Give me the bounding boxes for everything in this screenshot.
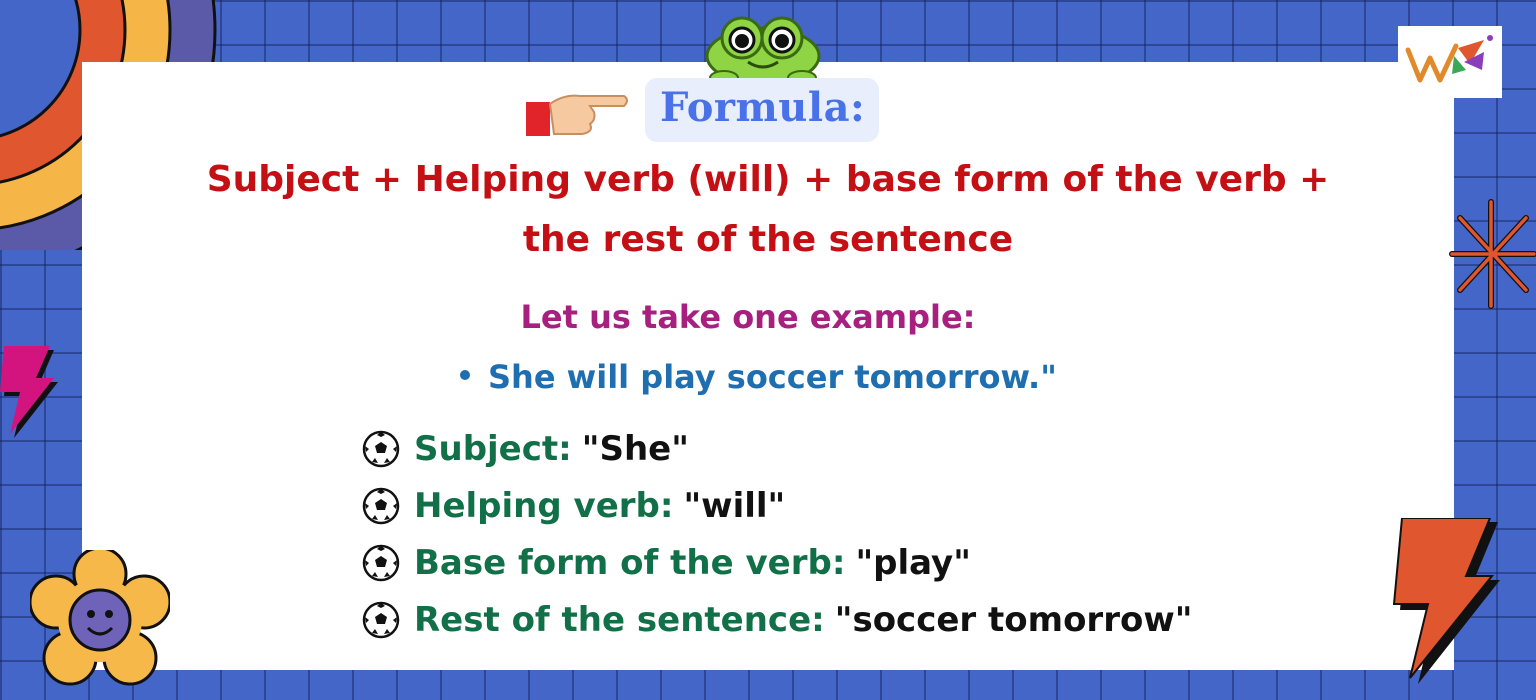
- list-item: Helping verb: "will": [362, 477, 1192, 534]
- example-sentence-text: She will play soccer tomorrow.": [488, 358, 1057, 396]
- part-value: "play": [855, 542, 971, 583]
- part-value: "soccer tomorrow": [834, 599, 1193, 640]
- list-item: Rest of the sentence: "soccer tomorrow": [362, 591, 1192, 648]
- part-value: "She": [581, 428, 689, 469]
- brand-logo: [1398, 26, 1502, 98]
- list-item: Subject: "She": [362, 420, 1192, 477]
- bullet-dot: [460, 370, 470, 380]
- example-intro: Let us take one example:: [520, 298, 976, 336]
- orange-lightning-icon: [1392, 518, 1500, 684]
- flower-face-icon: [30, 550, 170, 686]
- part-label: Helping verb:: [414, 485, 674, 526]
- soccer-ball-icon: [362, 544, 400, 581]
- soccer-ball-icon: [362, 487, 400, 524]
- part-label: Base form of the verb:: [414, 542, 846, 583]
- soccer-ball-icon: [362, 601, 400, 638]
- formula-text: Subject + Helping verb (will) + base for…: [150, 150, 1386, 270]
- part-label: Rest of the sentence:: [414, 599, 825, 640]
- brand-logo-icon: [1405, 35, 1493, 83]
- starburst-icon: [1449, 199, 1536, 309]
- example-sentence: She will play soccer tomorrow.": [460, 358, 1057, 396]
- part-label: Subject:: [414, 428, 572, 469]
- sentence-parts-list: Subject: "She" Helping verb: "will" Base f…: [362, 420, 1192, 648]
- soccer-ball-icon: [362, 430, 400, 467]
- formula-label: Formula:: [660, 84, 866, 131]
- frog-icon: [705, 16, 821, 86]
- list-item: Base form of the verb: "play": [362, 534, 1192, 591]
- pointing-hand-icon: [526, 94, 628, 136]
- formula-line-1: Subject + Helping verb (will) + base for…: [206, 159, 1330, 200]
- part-value: "will": [683, 485, 786, 526]
- formula-line-2: the rest of the sentence: [522, 219, 1014, 260]
- pink-lightning-icon: [0, 346, 58, 438]
